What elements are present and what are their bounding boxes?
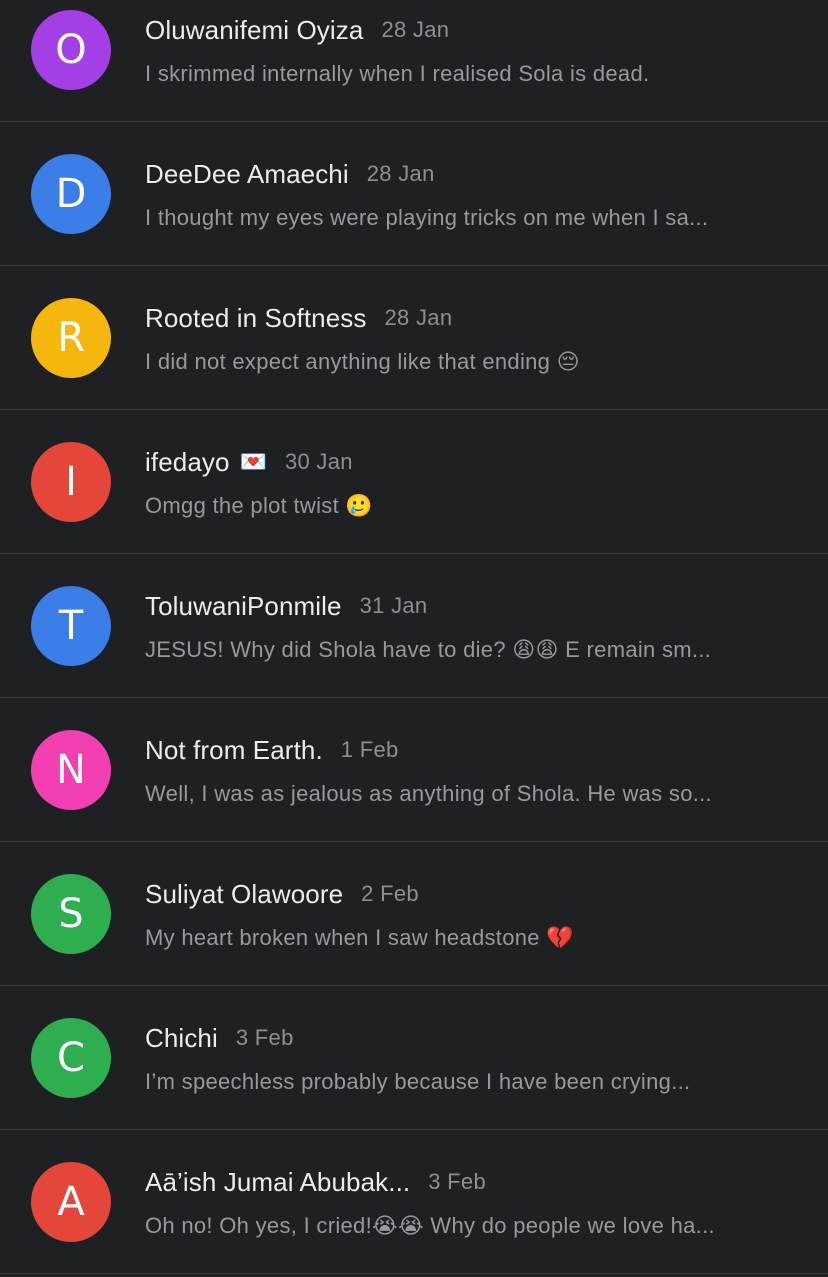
comment-preview: I thought my eyes were playing tricks on… — [145, 202, 788, 234]
avatar[interactable]: S — [31, 874, 111, 954]
comment-preview: My heart broken when I saw headstone 💔 — [145, 922, 788, 954]
comment-row[interactable]: A Aā’ish Jumai Abubak... 3 Feb Oh no! Oh ye… — [0, 1130, 828, 1274]
comment-date: 30 Jan — [284, 449, 353, 474]
comment-header: ToluwaniPonmile 31 Jan — [145, 586, 808, 626]
comment-date: 1 Feb — [340, 737, 399, 762]
comment-date: 28 Jan — [384, 305, 453, 330]
comment-row[interactable]: S Suliyat Olawoore 2 Feb My heart broken wh… — [0, 842, 828, 986]
comment-date: 28 Jan — [366, 161, 435, 186]
commenter-name[interactable]: Chichi — [145, 1023, 218, 1054]
commenter-name[interactable]: ToluwaniPonmile — [145, 591, 342, 622]
comment-header: Aā’ish Jumai Abubak... 3 Feb — [145, 1162, 808, 1202]
comment-row[interactable]: T ToluwaniPonmile 31 Jan JESUS! Why did Sho… — [0, 554, 828, 698]
comment-date: 3 Feb — [235, 1025, 294, 1050]
comment-header: Rooted in Softness 28 Jan — [145, 298, 808, 338]
avatar[interactable]: A — [31, 1162, 111, 1242]
comment-header: Oluwanifemi Oyiza 28 Jan — [145, 10, 808, 50]
comment-header: DeeDee Amaechi 28 Jan — [145, 154, 808, 194]
comment-header: ifedayo 💌 30 Jan — [145, 442, 808, 482]
comment-text: Omgg the plot twist 🥲 — [145, 493, 374, 518]
comment-header: Suliyat Olawoore 2 Feb — [145, 874, 808, 914]
commenter-name[interactable]: ifedayo — [145, 447, 230, 478]
avatar[interactable]: N — [31, 730, 111, 810]
comment-header: Not from Earth. 1 Feb — [145, 730, 808, 770]
commenter-name[interactable]: Not from Earth. — [145, 735, 323, 766]
comment-preview: Oh no! Oh yes, I cried!😭😭 Why do people … — [145, 1210, 788, 1242]
comment-header: Chichi 3 Feb — [145, 1018, 808, 1058]
comment-text: I skrimmed internally when I realised So… — [145, 61, 650, 86]
comment-preview: I skrimmed internally when I realised So… — [145, 58, 788, 90]
comment-list: O Oluwanifemi Oyiza 28 Jan I skrimmed inter… — [0, 0, 828, 1277]
comment-text: I did not expect anything like that endi… — [145, 349, 580, 374]
comment-text: Oh no! Oh yes, I cried!😭😭 Why do people … — [145, 1213, 715, 1238]
comment-preview: I’m speechless probably because I have b… — [145, 1066, 788, 1098]
commenter-name[interactable]: Aā’ish Jumai Abubak... — [145, 1167, 410, 1198]
avatar[interactable]: O — [31, 10, 111, 90]
comment-row[interactable]: D DeeDee Amaechi 28 Jan I thought my eyes w… — [0, 122, 828, 266]
love-letter-icon: 💌 — [239, 449, 267, 474]
comment-preview: Omgg the plot twist 🥲 — [145, 490, 788, 522]
comment-text: I thought my eyes were playing tricks on… — [145, 205, 709, 230]
comment-text: JESUS! Why did Shola have to die? 😩😩 E r… — [145, 637, 712, 662]
comment-row[interactable]: Iifedayo 💌 30 Jan Omgg the plot twist 🥲 — [0, 410, 828, 554]
comment-date: 2 Feb — [361, 881, 419, 906]
commenter-name[interactable]: Rooted in Softness — [145, 303, 367, 334]
comment-date: 28 Jan — [381, 17, 450, 42]
comment-text: Well, I was as jealous as anything of Sh… — [145, 781, 712, 806]
comment-row[interactable]: C Chichi 3 Feb I’m speechless probably beca… — [0, 986, 828, 1130]
comment-date: 3 Feb — [428, 1169, 486, 1194]
comment-row[interactable]: O Oluwanifemi Oyiza 28 Jan I skrimmed inter… — [0, 0, 828, 122]
comment-text: My heart broken when I saw headstone 💔 — [145, 925, 574, 950]
comment-date: 31 Jan — [359, 593, 428, 618]
comment-row[interactable]: R Rooted in Softness 28 Jan I did not expec… — [0, 266, 828, 410]
avatar[interactable]: I — [31, 442, 111, 522]
comment-text: I’m speechless probably because I have b… — [145, 1069, 691, 1094]
commenter-name[interactable]: Oluwanifemi Oyiza — [145, 15, 363, 46]
avatar[interactable]: T — [31, 586, 111, 666]
avatar[interactable]: R — [31, 298, 111, 378]
comment-preview: Well, I was as jealous as anything of Sh… — [145, 778, 788, 810]
comment-row[interactable]: N Not from Earth. 1 Feb Well, I was as jeal… — [0, 698, 828, 842]
avatar[interactable]: D — [31, 154, 111, 234]
avatar[interactable]: C — [31, 1018, 111, 1098]
commenter-name[interactable]: DeeDee Amaechi — [145, 159, 349, 190]
commenter-name[interactable]: Suliyat Olawoore — [145, 879, 343, 910]
comment-preview: I did not expect anything like that endi… — [145, 346, 788, 378]
comment-preview: JESUS! Why did Shola have to die? 😩😩 E r… — [145, 634, 788, 666]
